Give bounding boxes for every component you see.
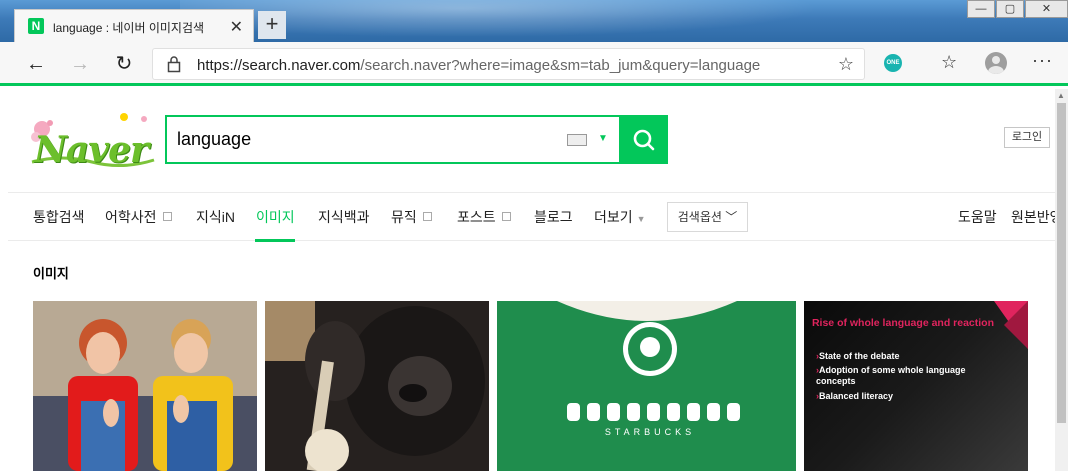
slide-title: Rise of whole language and reaction [811, 317, 995, 329]
profile-avatar-icon[interactable] [985, 52, 1007, 74]
search-button[interactable] [619, 115, 668, 164]
favorite-star-icon[interactable]: ☆ [838, 54, 854, 75]
slide-bullet-text: Adoption of some whole language concepts [816, 365, 966, 386]
tab-label: 이미지 [256, 209, 295, 225]
window-minimize-button[interactable]: — [967, 0, 995, 18]
login-button[interactable]: 로그인 [1004, 127, 1050, 148]
url-text: https://search.naver.com/search.naver?wh… [197, 57, 760, 74]
address-bar[interactable]: https://search.naver.com/search.naver?wh… [152, 48, 865, 80]
tab-label: 어학사전 [105, 209, 157, 225]
tab-label: 블로그 [534, 209, 573, 225]
image-thumbnail-people [33, 301, 257, 471]
favorites-list-icon[interactable]: ☆ [941, 52, 957, 73]
tab-label: 지식iN [196, 209, 235, 225]
autocomplete-toggle-icon[interactable]: ▼ [598, 133, 608, 144]
keyboard-icon[interactable] [567, 134, 587, 146]
tab-encyclopedia[interactable]: 지식백과 [318, 207, 370, 227]
tab-label: 지식백과 [318, 209, 370, 225]
window-titlebar: N language : 네이버 이미지검색 ✕ + — ▢ ✕ [0, 0, 1068, 42]
active-tab-underline [255, 239, 295, 242]
tab-close-icon[interactable]: ✕ [230, 17, 243, 37]
search-input[interactable]: language ▼ [165, 115, 668, 164]
dropdown-square-icon [162, 212, 172, 221]
window-maximize-button[interactable]: ▢ [996, 0, 1024, 18]
search-options-button[interactable]: 검색옵션 ﹀ [667, 202, 748, 232]
tab-title: language : 네이버 이미지검색 [53, 21, 205, 35]
tab-label: 뮤직 [391, 209, 417, 225]
original-reflect-link[interactable]: 원본반영 [1011, 207, 1055, 227]
more-menu-icon[interactable]: ··· [1032, 50, 1053, 71]
vertical-scrollbar[interactable]: ▲ [1055, 89, 1068, 471]
extension-one-icon[interactable]: ONE [884, 54, 902, 72]
help-link[interactable]: 도움말 [958, 207, 997, 227]
page-content: Naver language ▼ 로그인 통합검색 어학사전 지식iN 이미지 … [8, 89, 1055, 471]
url-path: /search.naver?where=image&sm=tab_jum&que… [360, 57, 761, 74]
starbucks-text: STARBUCKS [605, 427, 695, 437]
naver-favicon-icon: N [28, 18, 44, 34]
search-tabs: 통합검색 어학사전 지식iN 이미지 지식백과 뮤직 포스트 블로그 더보기 ▼ … [8, 192, 1055, 242]
tab-label: 통합검색 [33, 209, 85, 225]
tab-blog[interactable]: 블로그 [534, 207, 573, 227]
dropdown-square-icon [422, 212, 432, 221]
image-result-3[interactable]: STARBUCKS [497, 301, 796, 471]
window-close-button[interactable]: ✕ [1025, 0, 1068, 18]
tab-label: 포스트 [457, 209, 496, 225]
new-tab-button[interactable]: + [258, 11, 286, 39]
back-arrow-icon[interactable]: ← [22, 50, 50, 78]
dropdown-arrow-icon: ▼ [636, 214, 646, 224]
image-result-4[interactable]: Rise of whole language and reaction ›Sta… [804, 301, 1028, 471]
search-icon [633, 129, 655, 151]
scrollbar-thumb[interactable] [1057, 103, 1066, 423]
browser-tab[interactable]: N language : 네이버 이미지검색 ✕ [14, 9, 254, 42]
chevron-down-icon: ﹀ [725, 210, 738, 224]
tab-label: 더보기 [594, 209, 633, 225]
dropdown-square-icon [501, 212, 511, 221]
naver-logo[interactable]: Naver [26, 107, 161, 177]
tab-music[interactable]: 뮤직 [391, 207, 432, 227]
image-thumbnail-gorilla [265, 301, 489, 471]
slide-bullet-text: State of the debate [819, 351, 900, 361]
slide-bullet: ›Adoption of some whole language concept… [816, 365, 1006, 387]
browser-toolbar: ← → ↻ https://search.naver.com/search.na… [0, 42, 1068, 86]
section-title: 이미지 [33, 266, 69, 281]
slide-bullet: ›Balanced literacy [816, 391, 1006, 402]
tab-integrated[interactable]: 통합검색 [33, 207, 85, 227]
tab-post[interactable]: 포스트 [457, 207, 511, 227]
lock-icon [167, 56, 181, 73]
url-host: https://search.naver.com [197, 57, 361, 74]
image-result-1[interactable] [33, 301, 257, 471]
forward-arrow-icon[interactable]: → [66, 50, 94, 78]
slide-bullet: ›State of the debate [816, 351, 1006, 362]
scroll-up-icon[interactable]: ▲ [1057, 91, 1065, 100]
logo-text: Naver [34, 129, 149, 171]
search-query-text: language [177, 129, 252, 149]
tab-dictionary[interactable]: 어학사전 [105, 207, 172, 227]
tab-kin[interactable]: 지식iN [196, 207, 235, 227]
tab-image[interactable]: 이미지 [256, 207, 295, 227]
image-result-2[interactable] [265, 301, 489, 471]
search-options-label: 검색옵션 [677, 210, 722, 224]
tab-more[interactable]: 더보기 ▼ [594, 207, 646, 227]
slide-bullet-text: Balanced literacy [819, 391, 894, 401]
reload-icon[interactable]: ↻ [110, 50, 138, 78]
image-thumbnail-starbucks-apron: STARBUCKS [497, 301, 796, 471]
